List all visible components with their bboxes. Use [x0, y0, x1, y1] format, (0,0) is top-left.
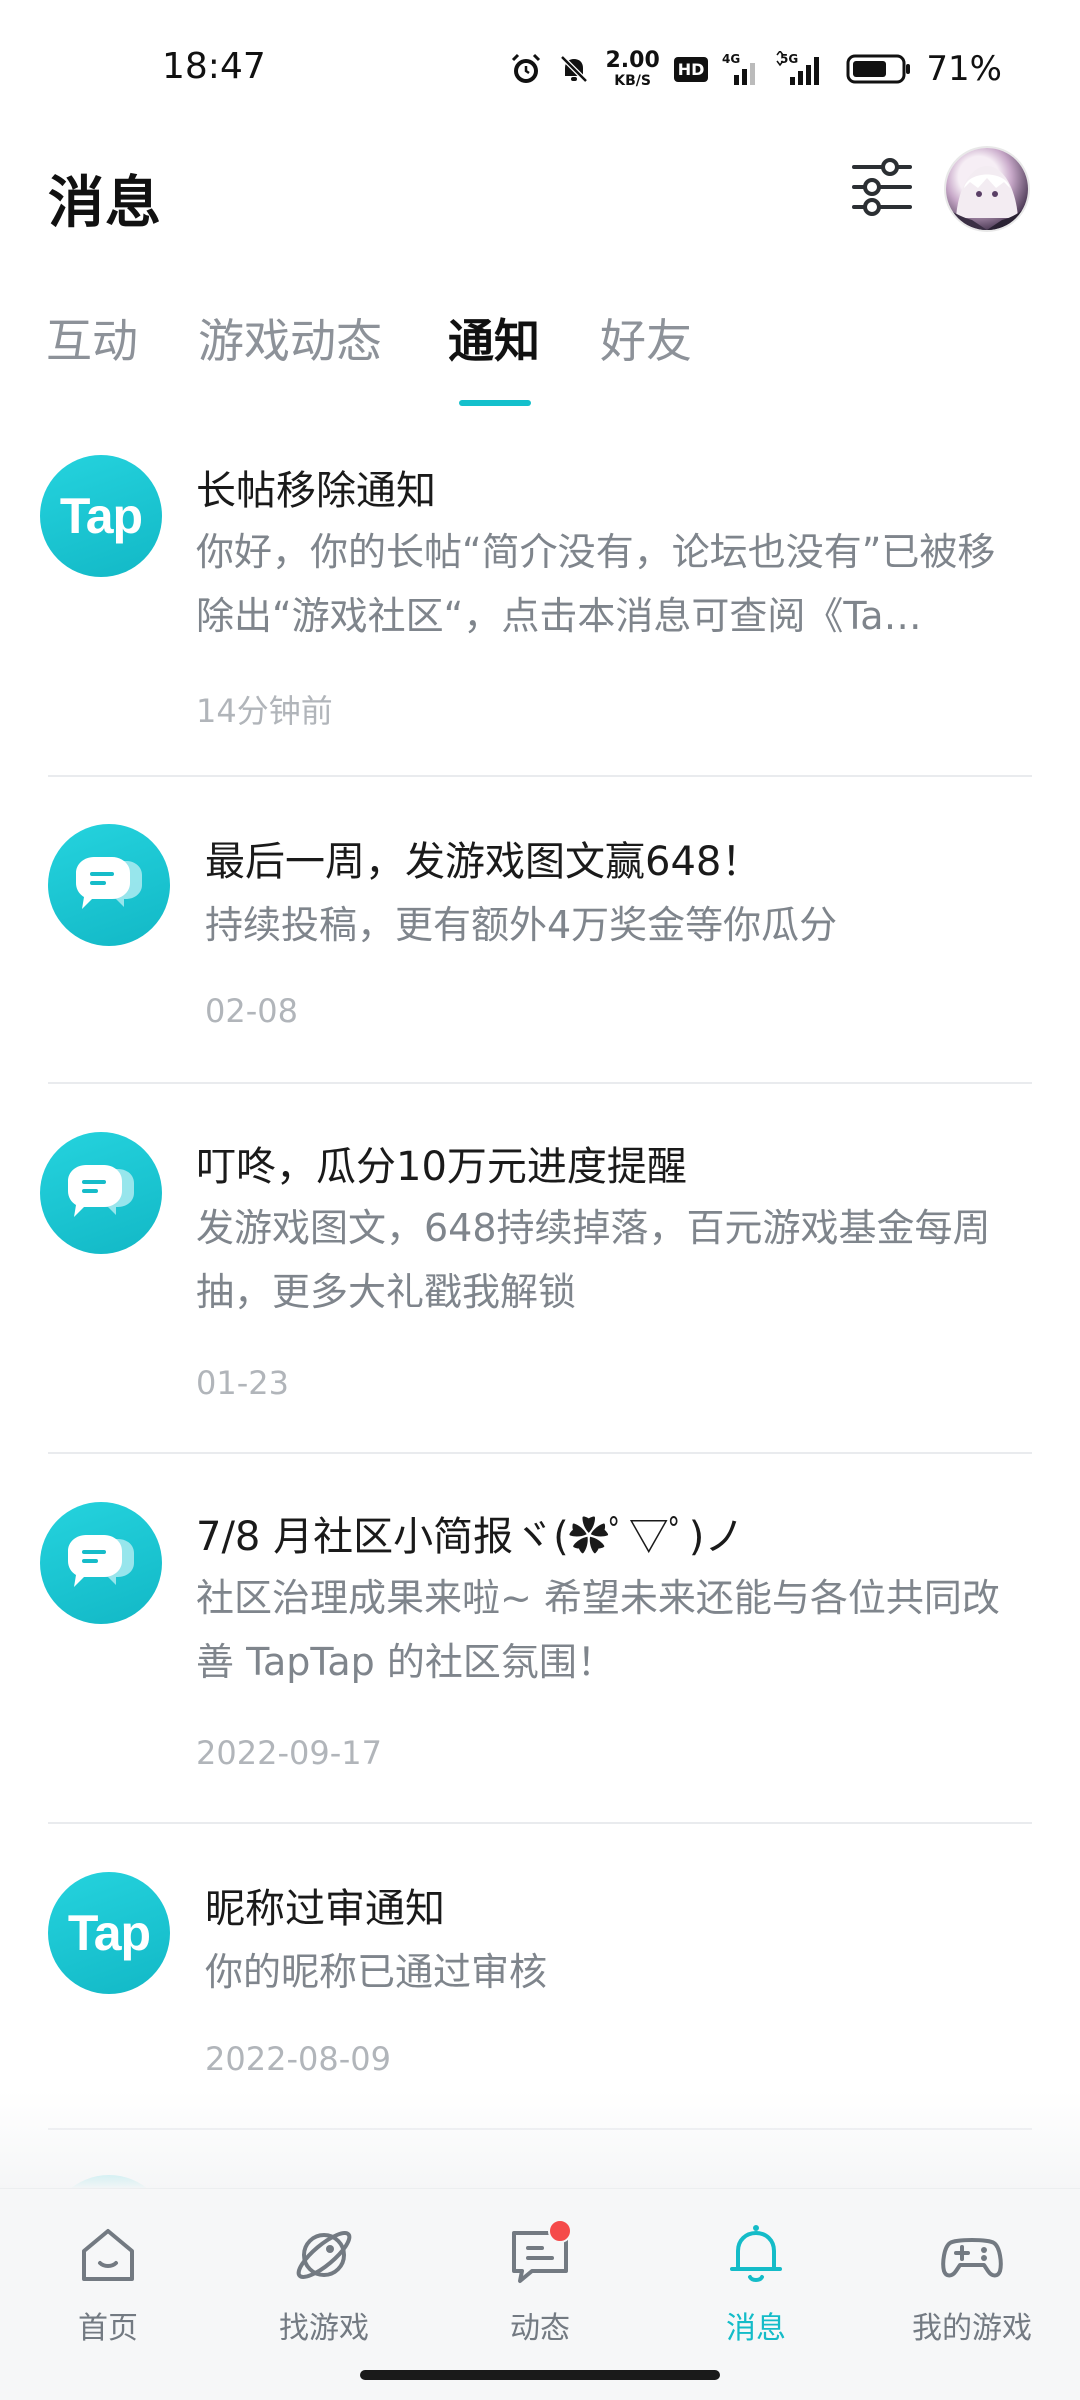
user-avatar[interactable]: [946, 148, 1028, 230]
notification-title: 最后一周，发游戏图文赢648！: [205, 839, 762, 885]
notification-badge-dot: [548, 2219, 572, 2243]
page-title: 消息: [48, 171, 162, 236]
tab-game-updates[interactable]: 游戏动态: [198, 305, 382, 371]
battery-percent: 71%: [926, 49, 1002, 89]
notification-body: 发游戏图文，648持续掉落，百元游戏基金每周抽，更多大礼戳我解锁: [196, 1206, 991, 1314]
status-time: 18:47: [162, 46, 266, 87]
nav-find-games[interactable]: 找游戏: [234, 2219, 414, 2359]
bell-icon: [730, 2225, 782, 2282]
status-icons: 2.00 KB/S HD 4G 5G 71%: [509, 46, 1002, 92]
notification-item[interactable]: 最后一周，发游戏图文赢648！ 持续投稿，更有额外4万奖金等你瓜分 02-08: [0, 777, 1080, 1082]
hd-voice-badge: HD: [673, 56, 709, 82]
notification-title: 叮咚，瓜分10万元进度提醒: [196, 1144, 687, 1190]
nav-home[interactable]: 首页: [18, 2219, 198, 2359]
alarm-icon: [512, 53, 541, 83]
chat-bubble-icon: [48, 824, 170, 946]
signal-4g-icon: 4G: [722, 52, 756, 85]
planet-icon: [296, 2231, 352, 2279]
message-tabs: 互动 游戏动态 通知 好友: [0, 305, 1080, 405]
tap-logo-icon: Tap: [40, 455, 162, 577]
notification-item[interactable]: 7/8 月社区小简报ヾ(✿ﾟ▽ﾟ)ノ 社区治理成果来啦~ 希望未来还能与各位共同…: [0, 1454, 1080, 1822]
sliders-icon: [852, 158, 912, 216]
tab-interaction[interactable]: 互动: [46, 305, 138, 371]
notification-title: 7/8 月社区小简报ヾ(✿ﾟ▽ﾟ)ノ: [196, 1514, 745, 1560]
mute-bell-icon: [560, 55, 589, 83]
notification-item[interactable]: Tap 昵称过审通知 你的昵称已通过审核 2022-08-09: [0, 1824, 1080, 2129]
network-speed: 2.00 KB/S: [605, 48, 660, 89]
notification-title: 长帖移除通知: [196, 468, 436, 514]
nav-feed[interactable]: 动态: [450, 2219, 630, 2359]
battery-icon: [846, 54, 911, 84]
notification-time: 02-08: [205, 992, 298, 1030]
signal-5g-icon: 5G: [776, 51, 820, 85]
filter-settings-button[interactable]: [850, 155, 914, 219]
bottom-navigation: 首页 找游戏 动态 消息 我的游戏: [0, 2188, 1080, 2400]
home-icon: [82, 2229, 134, 2281]
notification-time: 14分钟前: [196, 692, 333, 730]
gamepad-icon: [941, 2238, 1003, 2278]
active-tab-indicator: [459, 400, 531, 406]
notification-time: 2022-08-09: [205, 2040, 391, 2078]
notification-body: 你的昵称已通过审核: [205, 1950, 548, 1994]
notification-item[interactable]: 叮咚，瓜分10万元进度提醒 发游戏图文，648持续掉落，百元游戏基金每周抽，更多…: [0, 1084, 1080, 1452]
notification-body: 社区治理成果来啦~ 希望未来还能与各位共同改善 TapTap 的社区氛围！: [196, 1576, 1000, 1684]
notification-body: 持续投稿，更有额外4万奖金等你瓜分: [205, 903, 838, 947]
chat-bubble-icon: [40, 1502, 162, 1624]
notification-title: 昵称过审通知: [205, 1886, 445, 1932]
tab-friends[interactable]: 好友: [600, 305, 692, 371]
svg-text:4G: 4G: [722, 52, 740, 66]
tab-notifications[interactable]: 通知: [448, 305, 540, 371]
notification-time: 2022-09-17: [196, 1734, 382, 1772]
list-fade: [0, 2090, 1080, 2190]
home-indicator[interactable]: [360, 2370, 720, 2380]
nav-my-games[interactable]: 我的游戏: [882, 2219, 1062, 2359]
avatar-image: [946, 166, 1028, 230]
message-page: 18:47 2.00 KB/S HD 4G 5G 71% 消息 互动 游戏动态 …: [0, 0, 1080, 2400]
nav-messages[interactable]: 消息: [666, 2219, 846, 2359]
notification-time: 01-23: [196, 1364, 289, 1402]
chat-bubble-icon: [40, 1132, 162, 1254]
tap-logo-icon: Tap: [48, 1872, 170, 1994]
status-bar: 18:47 2.00 KB/S HD 4G 5G 71%: [0, 0, 1080, 140]
notification-body: 你好，你的长帖“简介没有，论坛也没有”已被移除出“游戏社区“，点击本消息可查阅《…: [196, 530, 996, 638]
notification-item[interactable]: Tap 长帖移除通知 你好，你的长帖“简介没有，论坛也没有”已被移除出“游戏社区…: [0, 430, 1080, 770]
